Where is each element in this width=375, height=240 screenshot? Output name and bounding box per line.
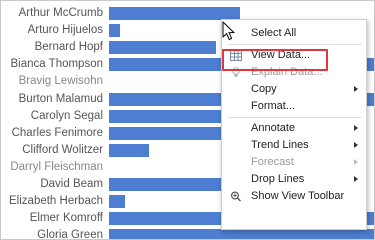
bar-mark[interactable] bbox=[109, 143, 149, 157]
menu-item-label: Drop Lines bbox=[251, 173, 305, 185]
mouse-cursor-icon bbox=[222, 21, 235, 40]
menu-item-label: Trend Lines bbox=[251, 139, 309, 151]
bar-mark[interactable] bbox=[109, 41, 216, 55]
zoom-icon bbox=[230, 191, 242, 202]
row-label: Arturo Hijuelos bbox=[27, 24, 103, 37]
submenu-arrow-icon bbox=[354, 142, 358, 148]
menu-item-label: Annotate bbox=[251, 122, 296, 134]
menu-item-show-view-toolbar[interactable]: Show View Toolbar bbox=[222, 188, 366, 205]
menu-item-copy[interactable]: Copy bbox=[222, 81, 366, 98]
row-label: Darryl Fleischman bbox=[10, 160, 103, 173]
menu-separator bbox=[228, 117, 362, 118]
row-label: Clifford Wolitzer bbox=[22, 143, 103, 156]
menu-item-annotate[interactable]: Annotate bbox=[222, 120, 366, 137]
bar-mark[interactable] bbox=[109, 229, 374, 239]
menu-item-drop-lines[interactable]: Drop Lines bbox=[222, 171, 366, 188]
menu-item-label: Explain Data... bbox=[251, 66, 323, 78]
menu-item-label: View Data... bbox=[251, 49, 311, 61]
submenu-arrow-icon bbox=[354, 159, 358, 165]
bar-mark[interactable] bbox=[109, 195, 125, 209]
menu-item-label: Show View Toolbar bbox=[251, 190, 345, 202]
row-label: Bernard Hopf bbox=[34, 41, 103, 54]
menu-item-label: Format... bbox=[251, 100, 296, 112]
menu-separator bbox=[228, 44, 362, 45]
menu-item-forecast: Forecast bbox=[222, 154, 366, 171]
menu-item-label: Forecast bbox=[251, 156, 294, 168]
lightbulb-icon bbox=[230, 67, 242, 78]
menu-item-trend-lines[interactable]: Trend Lines bbox=[222, 137, 366, 154]
row-label: David Beam bbox=[40, 178, 103, 190]
row-label: Charles Fenimore bbox=[11, 126, 103, 139]
menu-item-select-all[interactable]: Select All bbox=[222, 25, 366, 42]
submenu-arrow-icon bbox=[354, 176, 358, 182]
context-menu: Select All View Data... Explain Data... Cop… bbox=[221, 19, 367, 230]
menu-item-view-data[interactable]: View Data... bbox=[222, 47, 366, 64]
row-label: Elmer Komroff bbox=[29, 212, 103, 225]
row-label: Gloria Green bbox=[37, 229, 103, 240]
menu-item-label: Copy bbox=[251, 83, 277, 95]
table-icon bbox=[230, 50, 242, 61]
submenu-arrow-icon bbox=[354, 125, 358, 131]
submenu-arrow-icon bbox=[354, 86, 358, 92]
row-label: Carolyn Segal bbox=[30, 109, 103, 122]
menu-item-format[interactable]: Format... bbox=[222, 98, 366, 115]
row-label: Bravig Lewisohn bbox=[18, 75, 103, 88]
row-label: Bianca Thompson bbox=[10, 58, 103, 71]
row-label: Burton Malamud bbox=[18, 92, 103, 105]
row-label: Arthur McCrumb bbox=[18, 7, 103, 19]
menu-item-explain-data: Explain Data... bbox=[222, 64, 366, 81]
menu-item-label: Select All bbox=[251, 27, 297, 39]
row-label: Elizabeth Herbach bbox=[9, 195, 103, 208]
bar-mark[interactable] bbox=[109, 24, 120, 38]
